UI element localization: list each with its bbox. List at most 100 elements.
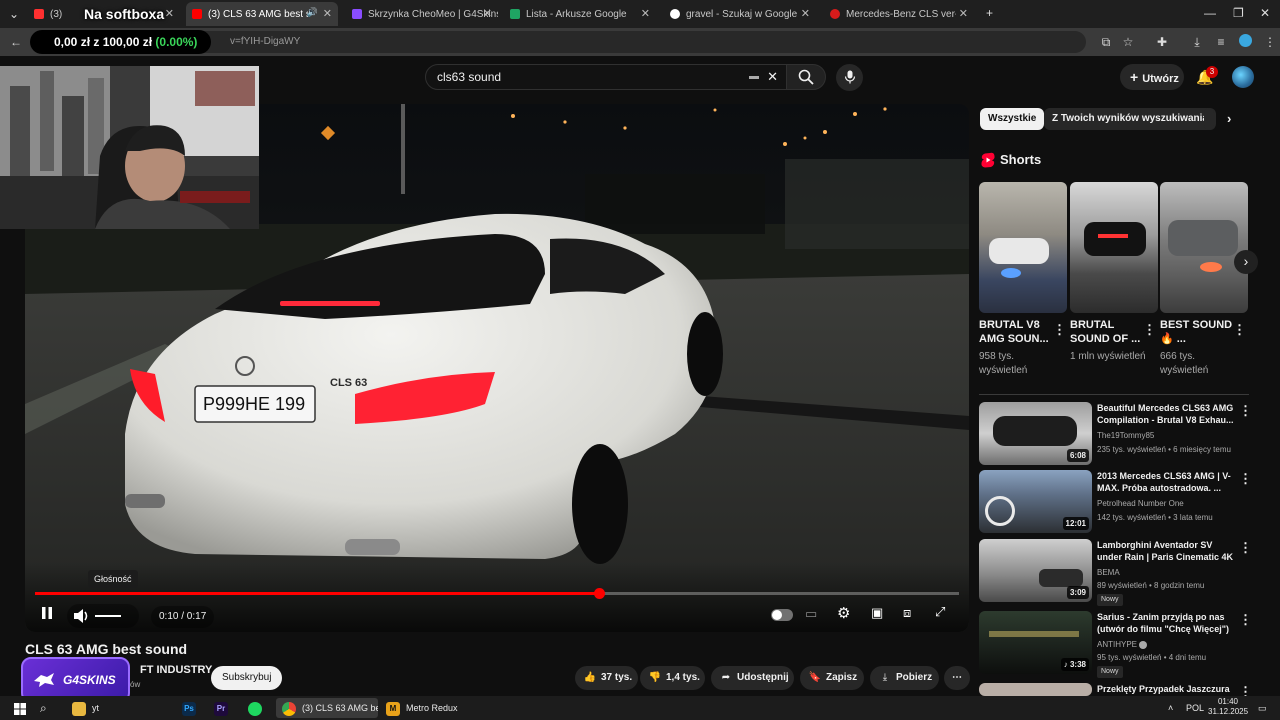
bookmark-star-icon[interactable]: ☆	[1120, 34, 1136, 50]
window-close-icon[interactable]: ✕	[1260, 6, 1270, 20]
recommendation-menu-icon[interactable]: ⋮	[1239, 612, 1252, 628]
chip-from-search[interactable]: Z Twoich wyników wyszukiwania	[1044, 108, 1216, 130]
tab-video[interactable]: (3) CLS 63 AMG best sound 🔊 ✕	[186, 2, 338, 26]
share-button[interactable]: ➦ Udostępnij	[711, 666, 794, 690]
recommendation-channel[interactable]: ANTIHYPE	[1097, 640, 1148, 649]
close-icon[interactable]: ✕	[641, 7, 650, 20]
new-tab-icon[interactable]: +	[986, 6, 993, 20]
clear-search-icon[interactable]: ✕	[767, 65, 778, 89]
short-title[interactable]: BEST SOUND 🔥 ...	[1160, 318, 1240, 346]
chip-all[interactable]: Wszystkie	[980, 108, 1045, 130]
menu-kebab-icon[interactable]: ⋮	[1262, 34, 1278, 50]
settings-gear-icon[interactable]: ⚙	[837, 604, 850, 622]
taskbar-chrome[interactable]: (3) CLS 63 AMG bes...	[276, 698, 378, 718]
recommendation-thumbnail[interactable]: 12:01	[979, 470, 1092, 533]
maximize-icon[interactable]: ❐	[1233, 6, 1244, 20]
short-light-shape	[1098, 234, 1128, 238]
like-button[interactable]: 👍 37 tys.	[575, 666, 638, 690]
media-control-icon[interactable]: ≡	[1213, 34, 1229, 50]
shorts-next-button[interactable]: ›	[1234, 250, 1258, 274]
close-icon[interactable]: ✕	[165, 7, 174, 20]
autoplay-toggle[interactable]	[771, 609, 793, 621]
subtitles-icon[interactable]: ▭	[805, 606, 817, 622]
subscribe-button[interactable]: Subskrybuj	[211, 666, 283, 690]
cast-icon[interactable]: ⧈	[903, 605, 911, 621]
profile-icon[interactable]	[1237, 34, 1253, 50]
install-app-icon[interactable]: ⧉	[1098, 34, 1114, 50]
recommendation-menu-icon[interactable]: ⋮	[1239, 471, 1252, 487]
recommendation-thumbnail[interactable]: ♪ 3:38	[979, 611, 1092, 674]
recommendation-channel[interactable]: The19Tommy85	[1097, 431, 1154, 440]
recommendation-title[interactable]: Sarius - Zanim przyjdą po nas (utwór do …	[1097, 611, 1237, 635]
save-button[interactable]: 🔖 Zapisz	[800, 666, 864, 690]
short-car-shape	[1168, 220, 1238, 256]
search-input[interactable]: cls63 sound ▬ ✕	[425, 64, 788, 90]
progress-bar[interactable]	[35, 588, 959, 599]
chip-next[interactable]	[1204, 108, 1214, 130]
recommendation-menu-icon[interactable]: ⋮	[1239, 403, 1252, 419]
search-button[interactable]	[786, 64, 826, 90]
tab-google[interactable]: gravel - Szukaj w Google ✕	[664, 2, 816, 26]
short-thumbnail[interactable]	[1160, 182, 1248, 313]
speaker-icon[interactable]: 🔊	[307, 7, 318, 18]
recommendation-channel[interactable]: BEMA	[1097, 568, 1120, 577]
recommendation-menu-icon[interactable]: ⋮	[1239, 540, 1252, 556]
clock[interactable]: 01:40 31.12.2025	[1208, 697, 1248, 717]
recommendation-title[interactable]: 2013 Mercedes CLS63 AMG | V-MAX. Próba a…	[1097, 470, 1237, 494]
download-icon[interactable]: ⤓	[1189, 34, 1205, 50]
volume-slider[interactable]	[95, 615, 121, 617]
pause-button[interactable]	[41, 606, 53, 623]
recommendation-title[interactable]: Beautiful Mercedes CLS63 AMG Compilation…	[1097, 402, 1237, 426]
recommendation-title[interactable]: Lamborghini Aventador SV under Rain | Pa…	[1097, 539, 1237, 563]
dislike-button[interactable]: 👎 1,4 tys.	[640, 666, 705, 690]
create-button[interactable]: + Utwórz	[1120, 64, 1184, 90]
chips-next-arrow-icon[interactable]: ›	[1227, 111, 1231, 126]
extensions-icon[interactable]: ✚	[1154, 34, 1170, 50]
tab-sheets[interactable]: Lista - Arkusze Google ✕	[504, 2, 656, 26]
taskbar-premiere[interactable]: Pr	[214, 698, 234, 718]
short-menu-icon[interactable]: ⋮	[1233, 322, 1246, 338]
recommendation-thumbnail[interactable]: 3:09	[979, 539, 1092, 602]
avatar[interactable]	[1232, 66, 1254, 88]
tab-g4skins[interactable]: Skrzynka CheoMeo | G4Skins - ✕	[346, 2, 498, 26]
close-icon[interactable]: ✕	[323, 7, 332, 20]
recommendation-title[interactable]: Przeklęty Przypadek Jaszczura	[1097, 683, 1237, 695]
minimize-icon[interactable]: —	[1204, 6, 1216, 20]
short-title[interactable]: BRUTAL V8 AMG SOUN...	[979, 318, 1059, 346]
rec-lights-shape	[989, 631, 1079, 637]
back-icon[interactable]: ←	[8, 34, 24, 50]
scrubber-handle[interactable]	[593, 588, 605, 599]
more-actions-button[interactable]: ⋯	[944, 666, 970, 690]
short-thumbnail[interactable]	[979, 182, 1067, 313]
tab-search-icon[interactable]: ⌄	[6, 6, 22, 22]
download-button[interactable]: ⤓ Pobierz	[870, 666, 939, 690]
recommendation-channel[interactable]: Petrolhead Number One	[1097, 499, 1184, 508]
close-icon[interactable]: ✕	[483, 7, 492, 20]
short-menu-icon[interactable]: ⋮	[1053, 322, 1066, 338]
taskbar-metro[interactable]: M Metro Redux	[386, 698, 458, 718]
language-indicator[interactable]: POL	[1186, 698, 1204, 718]
taskbar-photoshop[interactable]: Ps	[182, 698, 202, 718]
fullscreen-icon[interactable]: ⤢	[935, 604, 945, 620]
volume-icon[interactable]	[73, 608, 91, 624]
taskbar-folder[interactable]: yt	[72, 698, 99, 718]
channel-name[interactable]: FT INDUSTRY	[140, 664, 212, 676]
short-thumbnail[interactable]	[1070, 182, 1158, 313]
recommendation-thumbnail[interactable]	[979, 683, 1092, 696]
miniplayer-icon[interactable]: ▣	[871, 605, 883, 621]
volume-control[interactable]	[67, 604, 139, 628]
tray-chevron-icon[interactable]: ˄	[1168, 698, 1173, 718]
close-icon[interactable]: ✕	[959, 7, 968, 20]
shorts-logo-icon	[981, 152, 995, 168]
start-button[interactable]	[14, 698, 26, 718]
voice-search-button[interactable]	[836, 64, 863, 91]
taskbar-search-icon[interactable]: ⌕	[40, 698, 47, 718]
keyboard-icon[interactable]: ▬	[749, 65, 759, 89]
short-menu-icon[interactable]: ⋮	[1143, 322, 1156, 338]
notification-center-icon[interactable]: ▭	[1258, 698, 1267, 718]
recommendation-thumbnail[interactable]: 6:08	[979, 402, 1092, 465]
close-icon[interactable]: ✕	[801, 7, 810, 20]
short-title[interactable]: BRUTAL SOUND OF ...	[1070, 318, 1150, 346]
taskbar-spotify[interactable]	[248, 698, 268, 718]
tab-mercedes[interactable]: Mercedes-Benz CLS ver-63-amg ✕	[824, 2, 974, 26]
